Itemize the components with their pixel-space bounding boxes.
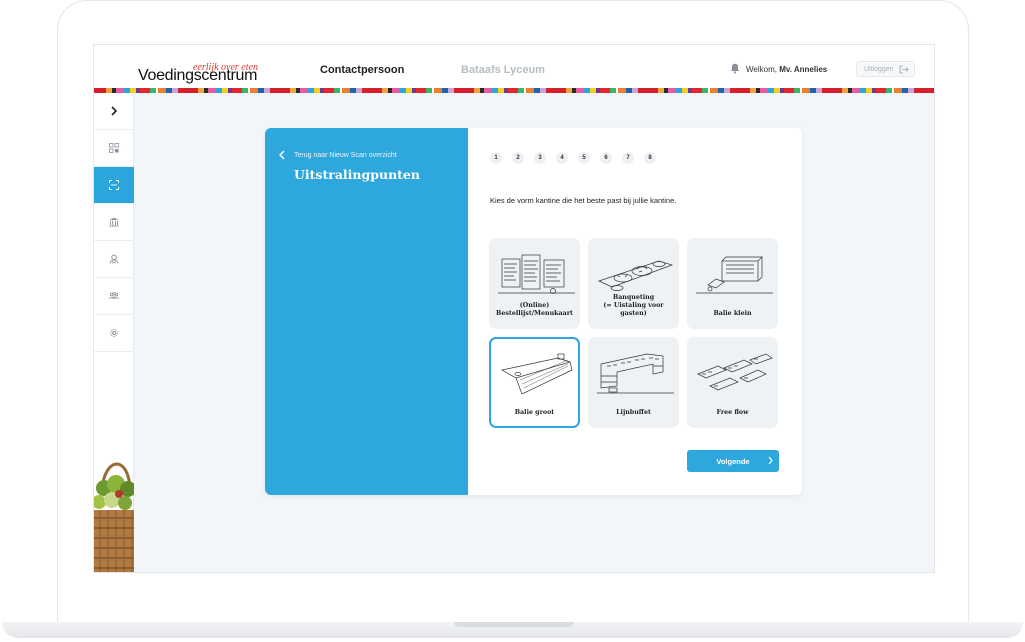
welcome-prefix: Welkom, [746,65,780,74]
logo[interactable]: Voedingscentrum [138,67,257,85]
laptop-base [2,622,1023,638]
sidebar [94,93,134,572]
banqueting-illustration [598,260,674,291]
step-1[interactable]: 1 [490,152,502,164]
option-label: Banqueting (= Uistaling voor gasten) [603,294,664,317]
dashboard-icon [109,143,119,153]
chevron-right-icon [111,106,118,116]
card-side-panel: Terug naar Nieuw Scan overzicht Uitstral… [265,128,468,495]
sidebar-item-scan[interactable] [94,167,134,204]
step-8[interactable]: 8 [644,152,656,164]
menu-board-illustration [498,254,575,294]
contact-icon [109,254,119,264]
option-bestellijst[interactable]: (Online) Bestellijst/Menukaart [489,238,580,329]
option-label: Free flow [716,409,749,416]
scan-icon [109,180,119,190]
chevron-right-icon [768,456,773,465]
gear-icon [110,329,118,337]
step-2[interactable]: 2 [512,152,524,164]
sidebar-item-settings[interactable] [94,315,134,352]
next-label: Volgende [716,456,750,466]
sidebar-toggle[interactable] [94,93,134,130]
card-title: Uitstralingpunten [294,167,420,182]
logout-icon [899,65,909,74]
step-indicator: 1 2 3 4 5 6 7 8 [490,152,666,164]
nav-contactpersoon[interactable]: Contactpersoon [320,64,404,76]
option-free-flow[interactable]: Free flow [687,337,778,428]
step-5[interactable]: 5 [578,152,590,164]
welcome-text: Welkom, Mv. Annelies [746,65,827,74]
small-counter-illustration [696,256,773,294]
line-buffet-illustration [597,353,674,394]
option-label: Lijnbuffet [616,409,651,416]
vegetable-basket-image [94,462,134,572]
option-label: Balie klein [713,310,752,317]
step-6[interactable]: 6 [600,152,612,164]
option-label: Balie groot [514,409,555,416]
app-screen: eerlijk over eten Voedingscentrum Contac… [93,44,935,573]
sidebar-item-dashboard[interactable] [94,130,134,167]
nav-school[interactable]: Bataafs Lyceum [461,64,545,76]
option-banqueting[interactable]: Banqueting (= Uistaling voor gasten) [588,238,679,329]
next-button[interactable]: Volgende [687,450,779,472]
users-icon [109,292,119,300]
option-label: (Online) Bestellijst/Menukaart [496,302,573,317]
sidebar-item-institution[interactable] [94,204,134,241]
large-counter-illustration [501,353,573,394]
option-balie-groot[interactable]: Balie groot [489,337,580,428]
chevron-left-icon[interactable] [279,150,285,160]
top-header: eerlijk over eten Voedingscentrum Contac… [94,45,934,88]
question-text: Kies de vorm kantine die het beste past … [490,196,677,205]
institution-icon [109,217,119,227]
option-balie-klein[interactable]: Balie klein [687,238,778,329]
step-4[interactable]: 4 [556,152,568,164]
laptop-notch [454,622,574,627]
sidebar-item-contact[interactable] [94,241,134,278]
free-flow-illustration [697,353,773,391]
bell-icon[interactable] [730,63,740,74]
scan-card: Terug naar Nieuw Scan overzicht Uitstral… [265,128,802,495]
option-lijnbuffet[interactable]: Lijnbuffet [588,337,679,428]
logout-button[interactable]: Uitloggen [856,61,915,77]
color-stripe [94,88,934,93]
logout-label: Uitloggen [864,65,894,73]
user-name: Mv. Annelies [779,65,828,74]
step-7[interactable]: 7 [622,152,634,164]
step-3[interactable]: 3 [534,152,546,164]
sidebar-item-users[interactable] [94,278,134,315]
back-link[interactable]: Terug naar Nieuw Scan overzicht [294,152,397,159]
